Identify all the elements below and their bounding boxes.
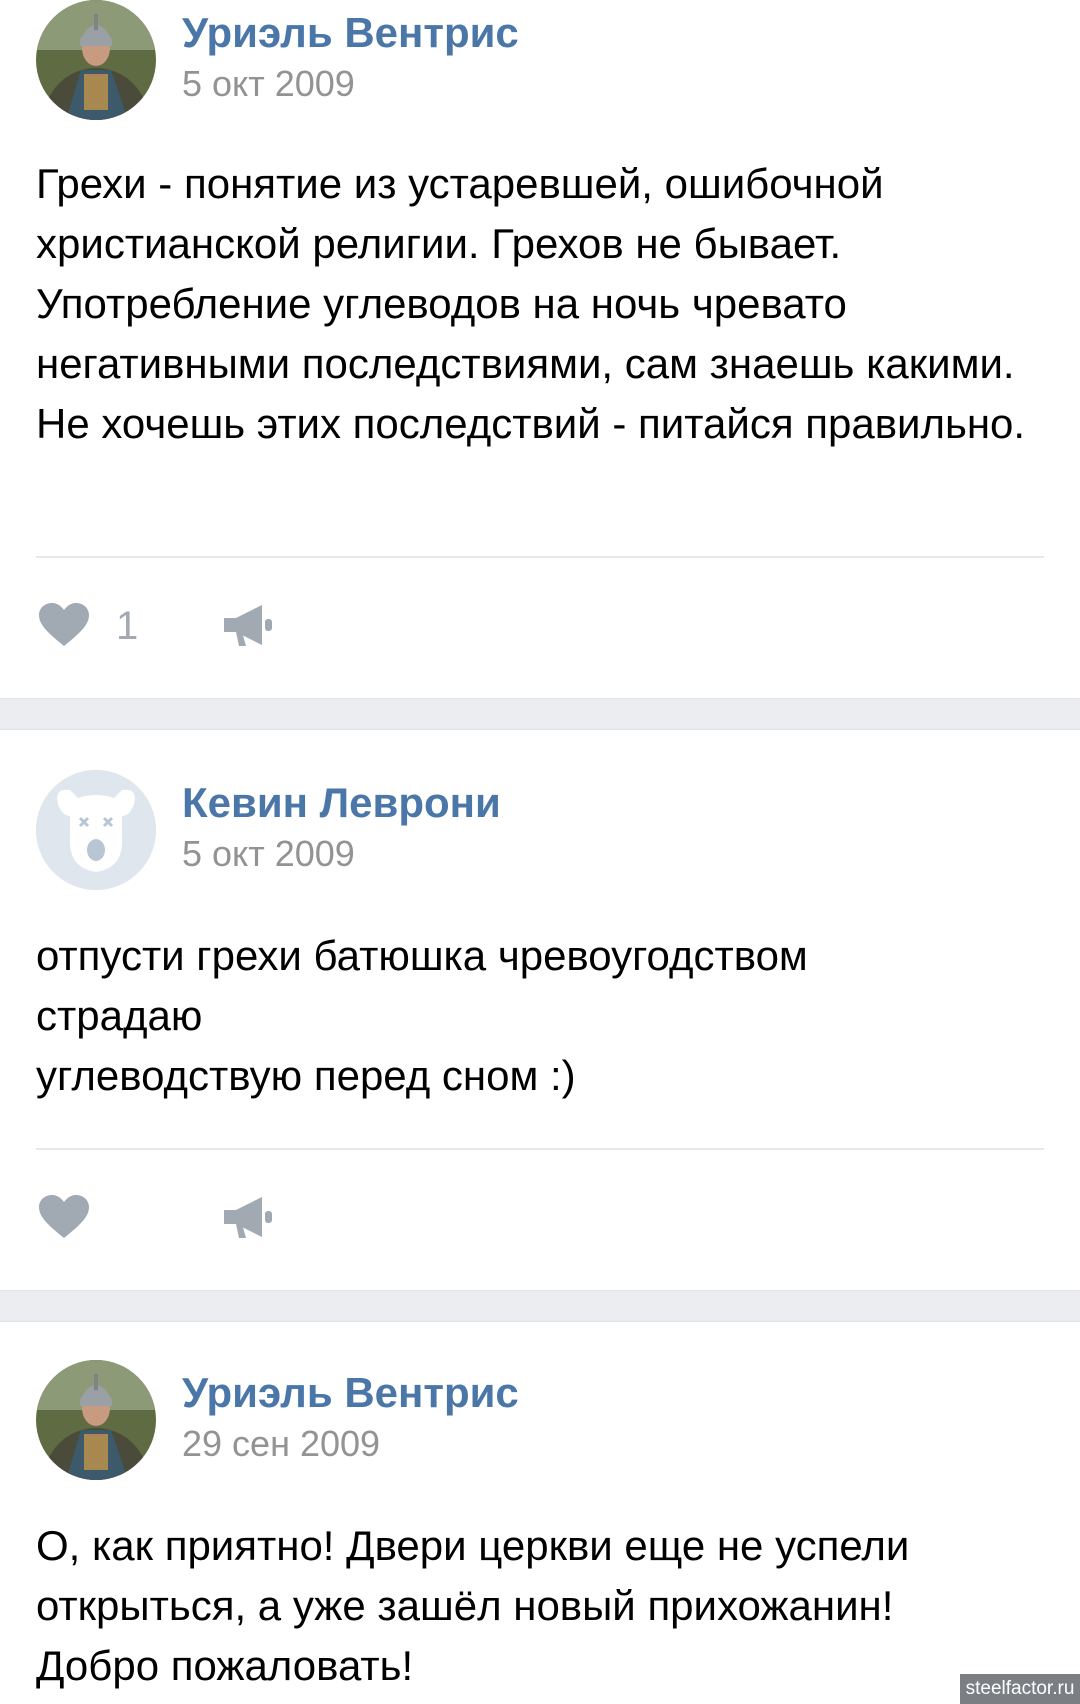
post-1: Уриэль Вентрис 5 окт 2009 Грехи - поняти… [0, 0, 1080, 698]
post-separator [0, 698, 1080, 730]
post-3: Уриэль Вентрис 29 сен 2009 О, как приятн… [0, 1322, 1080, 1704]
post-separator [0, 1290, 1080, 1322]
heart-icon[interactable] [38, 602, 90, 648]
divider [36, 1148, 1044, 1150]
post-text: Грехи - понятие из устаревшей, ошибочной… [36, 160, 1026, 447]
post-text: О, как приятно! Двери церкви еще не успе… [36, 1522, 910, 1689]
post-date[interactable]: 29 сен 2009 [182, 1426, 380, 1462]
megaphone-icon[interactable] [222, 602, 274, 648]
like-count: 1 [116, 604, 139, 648]
post-text: отпусти грехи батюшка чревоугодством стр… [36, 932, 808, 1099]
post-2: Кевин Леврони 5 окт 2009 отпусти грехи б… [0, 730, 1080, 1290]
watermark: steelfactor.ru [960, 1674, 1080, 1704]
post-date[interactable]: 5 окт 2009 [182, 836, 355, 872]
author-avatar[interactable] [36, 0, 156, 120]
heart-icon[interactable] [38, 1194, 90, 1240]
author-name[interactable]: Уриэль Вентрис [182, 1372, 519, 1414]
author-name[interactable]: Уриэль Вентрис [182, 12, 519, 54]
megaphone-icon[interactable] [222, 1194, 274, 1240]
author-avatar[interactable] [36, 770, 156, 890]
post-date[interactable]: 5 окт 2009 [182, 66, 355, 102]
author-avatar[interactable] [36, 1360, 156, 1480]
author-name[interactable]: Кевин Леврони [182, 782, 501, 824]
divider [36, 556, 1044, 558]
